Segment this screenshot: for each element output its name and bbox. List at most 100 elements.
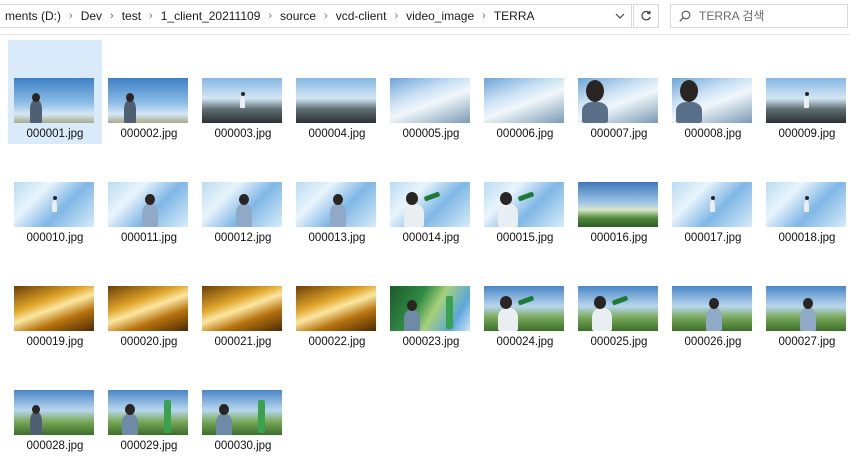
file-name: 000027.jpg [778, 336, 836, 348]
file-item[interactable]: 000001.jpg [8, 40, 102, 144]
file-item[interactable]: 000016.jpg [572, 144, 666, 248]
file-thumbnail [390, 78, 470, 123]
file-item[interactable]: 000004.jpg [290, 40, 384, 144]
breadcrumb-item[interactable]: test [117, 9, 146, 23]
thumbnail-figure-head [586, 80, 604, 102]
address-bar: ments (D:) › Dev › test › 1_client_20211109 › so… [0, 0, 850, 35]
thumbnail-figure-head [710, 196, 715, 200]
thumbnail-figure-head [145, 194, 155, 205]
thumbnail-figure-head [803, 298, 813, 309]
breadcrumb-item[interactable]: video_image [401, 9, 479, 23]
breadcrumb-item[interactable]: vcd-client [331, 9, 392, 23]
thumbnail-figure [30, 100, 42, 123]
file-item[interactable]: 000008.jpg [666, 40, 760, 144]
thumbnail-figure [800, 308, 816, 331]
thumbnail-figure [122, 414, 138, 435]
file-item[interactable]: 000014.jpg [384, 144, 478, 248]
file-item[interactable]: 000011.jpg [102, 144, 196, 248]
search-input[interactable] [699, 9, 839, 23]
thumbnail-bottle [423, 191, 441, 202]
thumbnail-figure [592, 308, 612, 331]
refresh-icon [641, 10, 651, 21]
thumbnail-figure [142, 204, 158, 227]
thumbnail-bottle [611, 295, 629, 306]
file-item[interactable]: 000026.jpg [666, 248, 760, 352]
file-name: 000025.jpg [590, 336, 648, 348]
file-name: 000012.jpg [214, 232, 272, 244]
file-grid: 000001.jpg 000002.jpg 000003.jpg 000004.jpg… [8, 40, 850, 456]
thumbnail-figure [404, 310, 420, 331]
thumbnail-figure-head [500, 296, 512, 309]
file-item[interactable]: 000027.jpg [760, 248, 850, 352]
file-item[interactable]: 000029.jpg [102, 352, 196, 456]
breadcrumb-item[interactable]: 1_client_20211109 [156, 9, 266, 23]
file-thumbnail [484, 182, 564, 227]
file-item[interactable]: 000017.jpg [666, 144, 760, 248]
file-name: 000020.jpg [120, 336, 178, 348]
thumbnail-figure-head [219, 404, 229, 415]
file-name: 000019.jpg [26, 336, 84, 348]
breadcrumb-item[interactable]: TERRA [489, 9, 540, 23]
breadcrumb-item[interactable]: Dev [76, 9, 107, 23]
search-box[interactable] [670, 4, 848, 28]
file-item[interactable]: 000003.jpg [196, 40, 290, 144]
file-item[interactable]: 000007.jpg [572, 40, 666, 144]
file-thumbnail [484, 286, 564, 331]
file-thumbnail [578, 78, 658, 123]
file-name: 000021.jpg [214, 336, 272, 348]
file-item[interactable]: 000020.jpg [102, 248, 196, 352]
file-item[interactable]: 000013.jpg [290, 144, 384, 248]
breadcrumb-item[interactable]: ments (D:) [0, 9, 66, 23]
file-item[interactable]: 000010.jpg [8, 144, 102, 248]
thumbnail-figure-head [239, 194, 249, 205]
file-item[interactable]: 000030.jpg [196, 352, 290, 456]
file-item[interactable]: 000018.jpg [760, 144, 850, 248]
file-name: 000010.jpg [26, 232, 84, 244]
thumbnail-bottle [517, 295, 535, 306]
file-name: 000002.jpg [120, 128, 178, 140]
refresh-button[interactable] [633, 4, 659, 28]
file-item[interactable]: 000019.jpg [8, 248, 102, 352]
file-item[interactable]: 000025.jpg [572, 248, 666, 352]
thumbnail-figure [124, 100, 136, 123]
file-thumbnail [108, 182, 188, 227]
file-thumbnail [14, 390, 94, 435]
thumbnail-figure-head [240, 92, 245, 96]
file-item[interactable]: 000021.jpg [196, 248, 290, 352]
thumbnail-figure [804, 96, 809, 108]
file-item[interactable]: 000028.jpg [8, 352, 102, 456]
thumbnail-figure [330, 204, 346, 227]
file-thumbnail [202, 78, 282, 123]
file-item[interactable]: 000009.jpg [760, 40, 850, 144]
thumbnail-figure-head [407, 300, 417, 311]
file-name: 000001.jpg [26, 128, 84, 140]
file-item[interactable]: 000012.jpg [196, 144, 290, 248]
thumbnail-bottle [517, 191, 535, 202]
file-name: 000004.jpg [308, 128, 366, 140]
thumbnail-figure [498, 308, 518, 331]
history-dropdown-button[interactable] [610, 5, 630, 27]
thumbnail-figure [216, 414, 232, 435]
thumbnail-figure [404, 204, 424, 227]
file-thumbnail [390, 182, 470, 227]
file-item[interactable]: 000006.jpg [478, 40, 572, 144]
file-thumbnail [202, 182, 282, 227]
file-name: 000018.jpg [778, 232, 836, 244]
thumbnail-figure-head [32, 93, 40, 102]
breadcrumb-separator: › [482, 10, 486, 22]
breadcrumb-item[interactable]: source [275, 9, 321, 23]
file-item[interactable]: 000015.jpg [478, 144, 572, 248]
file-item[interactable]: 000023.jpg [384, 248, 478, 352]
thumbnail-figure [706, 308, 722, 331]
thumbnail-figure-head [804, 196, 809, 200]
file-thumbnail [202, 390, 282, 435]
file-item[interactable]: 000002.jpg [102, 40, 196, 144]
breadcrumb-separator: › [149, 10, 153, 22]
file-item[interactable]: 000024.jpg [478, 248, 572, 352]
breadcrumb-separator: › [324, 10, 328, 22]
file-item[interactable]: 000005.jpg [384, 40, 478, 144]
file-thumbnail [108, 390, 188, 435]
file-thumbnail [390, 286, 470, 331]
file-item[interactable]: 000022.jpg [290, 248, 384, 352]
file-thumbnail [108, 78, 188, 123]
